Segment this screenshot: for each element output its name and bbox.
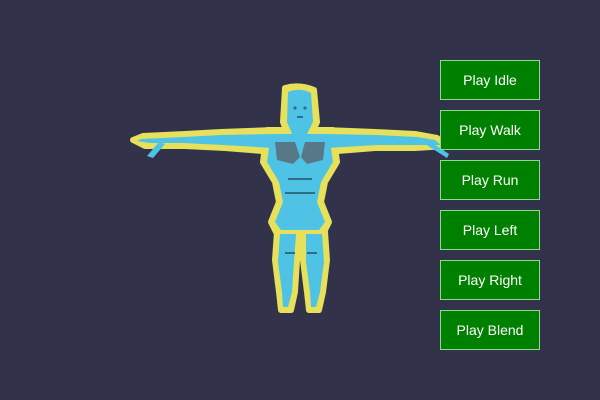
- play-idle-button[interactable]: Play Idle: [440, 60, 540, 100]
- play-left-button[interactable]: Play Left: [440, 210, 540, 250]
- viewport-3d[interactable]: Play Idle Play Walk Play Run Play Left P…: [0, 0, 600, 400]
- play-run-button[interactable]: Play Run: [440, 160, 540, 200]
- play-walk-button[interactable]: Play Walk: [440, 110, 540, 150]
- animation-controls: Play Idle Play Walk Play Run Play Left P…: [440, 60, 540, 360]
- character-model[interactable]: [125, 82, 460, 317]
- humanoid-figure-icon: [130, 83, 450, 313]
- play-right-button[interactable]: Play Right: [440, 260, 540, 300]
- play-blend-button[interactable]: Play Blend: [440, 310, 540, 350]
